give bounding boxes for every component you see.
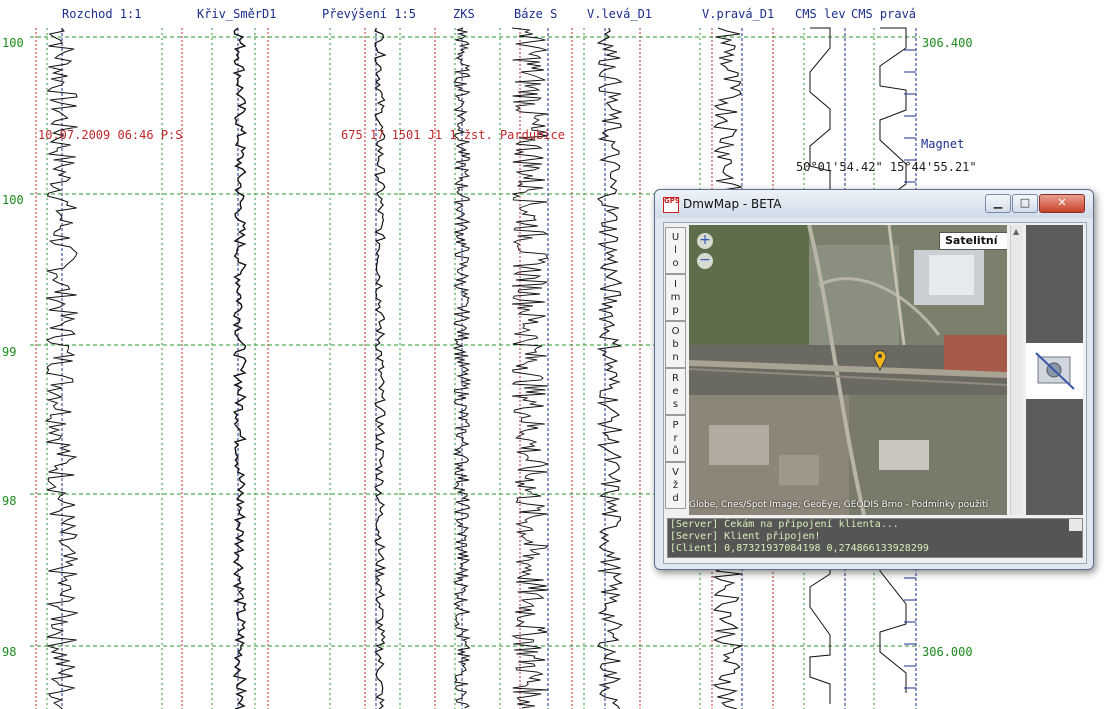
preview-gap (1026, 343, 1083, 399)
map-type-dropdown[interactable]: Satelitní (939, 232, 1007, 250)
gps-coordinates: 50°01'54.42" 15°44'55.21" (796, 160, 977, 174)
log-console[interactable]: [Server] Čekám na připojení klienta... [… (667, 518, 1083, 558)
minimize-button[interactable]: ▁ (985, 194, 1011, 213)
tab-label: R e s (672, 373, 679, 410)
track-header: V.levá_D1 (587, 7, 653, 21)
magnet-label: Magnet (921, 137, 965, 151)
tab-pruchod[interactable]: P r ů (665, 415, 686, 462)
log-line: [Server] Klient připojen! (670, 531, 821, 542)
zoom-out-button[interactable]: − (697, 253, 713, 269)
km-label: 99 (2, 345, 17, 359)
chainage-bottom: 306.000 (922, 645, 973, 659)
tab-label: P r ů (672, 420, 679, 457)
km-label: 98 (2, 494, 17, 508)
satellite-map[interactable]: + − Satelitní (689, 225, 1007, 515)
tab-import[interactable]: I m p (665, 274, 686, 321)
gps-app-icon: GPS (663, 197, 680, 213)
tab-label: U l o (671, 232, 680, 269)
track-header: V.pravá_D1 (702, 7, 775, 21)
maximize-button[interactable]: □ (1012, 194, 1038, 213)
window-titlebar[interactable]: GPS DmwMap - BETA ▁ □ ✕ (655, 190, 1093, 218)
tab-obnovit[interactable]: O b n (665, 321, 686, 368)
log-line: [Server] Čekám na připojení klienta... (670, 519, 899, 530)
event-info: 675 17 1501 J1 1 žst. Pardubice (341, 128, 565, 142)
track-header: Báze S (514, 7, 558, 21)
tab-reset[interactable]: R e s (665, 368, 686, 415)
map-scrollbar[interactable]: ▲ (1010, 225, 1023, 515)
tab-vzdalenost[interactable]: V ž d (665, 462, 686, 509)
zoom-in-button[interactable]: + (697, 233, 713, 249)
log-line: [Client] 0,87321937084198 0,274866133928… (670, 543, 929, 554)
trace-v-leva (596, 27, 624, 709)
track-header: Převýšení 1:5 (322, 7, 416, 21)
window-client: U l o I m p O b n R e s P r ů V ž d + − … (663, 222, 1087, 564)
km-label: 98 (2, 645, 17, 659)
window-title: DmwMap - BETA (683, 197, 782, 211)
preview-pane (1026, 225, 1083, 515)
trace-kriv-smer (232, 27, 248, 709)
track-header: Křiv_SměrD1 (197, 7, 277, 21)
track-header: ZKS (453, 7, 475, 21)
tab-label: I m p (670, 279, 681, 316)
map-copyright: Globe, Cnes/Spot Image, GeoEye, GEODIS B… (689, 500, 989, 510)
track-header: Rozchod 1:1 (62, 7, 142, 21)
tab-ulozit[interactable]: U l o (665, 227, 686, 274)
km-label: 100 (2, 193, 24, 207)
satellite-imagery (689, 225, 1007, 515)
track-header: CMS lev (795, 7, 846, 21)
track-header: CMS pravá (851, 7, 917, 21)
km-label: 100 (2, 36, 24, 50)
tab-label: V ž d (672, 467, 679, 504)
map-type-value: Satelitní (945, 234, 998, 247)
event-datetime: 10.07.2009 06:46 P:S (38, 128, 183, 142)
dmwmap-window[interactable]: GPS DmwMap - BETA ▁ □ ✕ U l o I m p O b … (654, 189, 1094, 570)
no-camera-icon[interactable] (1026, 343, 1083, 399)
console-scrollbar[interactable] (1069, 519, 1082, 531)
side-tabs: U l o I m p O b n R e s P r ů V ž d (665, 227, 686, 510)
map-pin-icon[interactable] (873, 349, 887, 371)
chainage-top: 306.400 (922, 36, 973, 50)
close-button[interactable]: ✕ (1039, 194, 1085, 213)
scroll-up-icon[interactable]: ▲ (1013, 227, 1019, 236)
tab-label: O b n (671, 326, 680, 363)
